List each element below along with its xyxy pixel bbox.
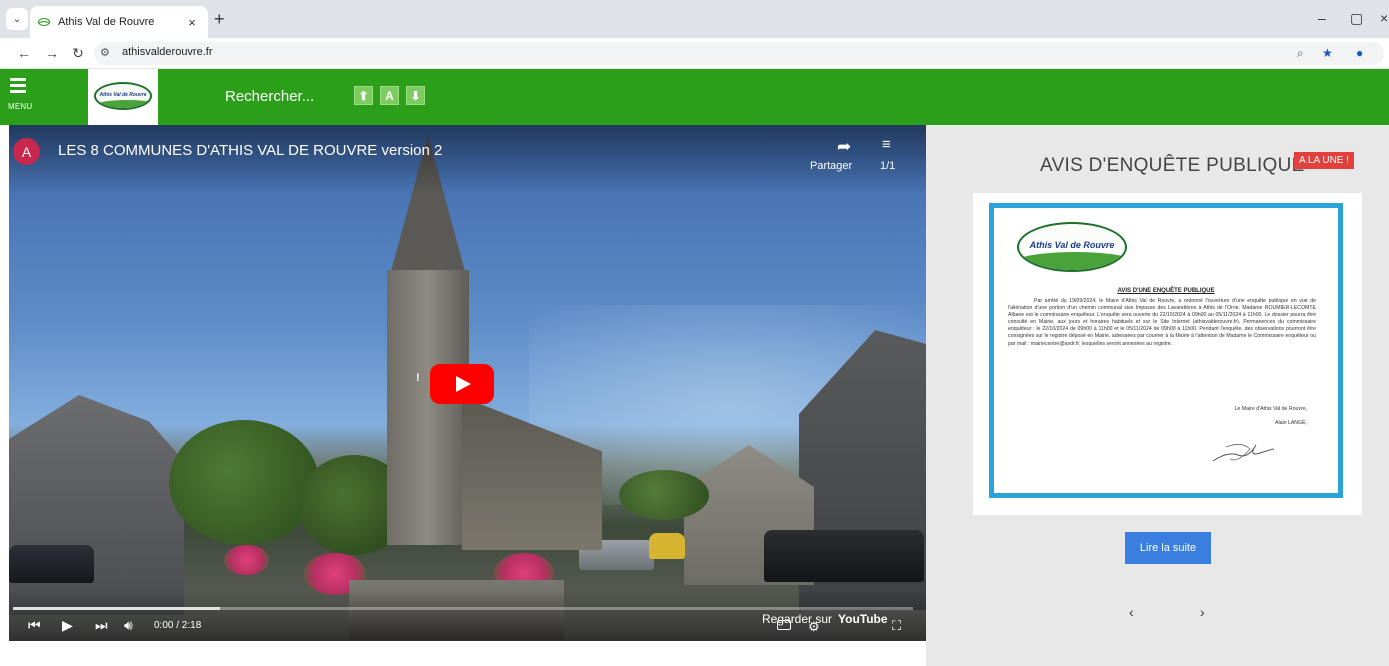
notice-body: Par arrêté du 19/09/2024, le Maire d'Ath… [1008,298,1316,347]
browser-toolbar: ← → ↻ ⚙ athisvalderouvre.fr ⌕ ★ ● [0,38,1389,69]
site-favicon-icon [38,18,50,26]
read-more-button[interactable]: Lire la suite [1125,532,1211,564]
menu-button[interactable]: MENU [8,78,38,114]
playlist-icon[interactable]: ≡ [882,136,891,153]
back-arrow-icon[interactable]: ← [16,45,32,61]
news-title: AVIS D'ENQUÊTE PUBLIQUE [1040,155,1305,176]
search-button[interactable]: Rechercher... [225,88,314,105]
logo-emblem: Athis Val de Rouvre [94,82,152,110]
tab-close-icon[interactable]: × [184,15,200,30]
menu-label: MENU [8,102,33,111]
car [649,533,685,559]
next-slide-icon[interactable]: › [1200,604,1205,620]
next-icon[interactable]: ⏭ [95,617,108,633]
hamburger-icon-bar [10,84,26,87]
handwritten-signature [1212,444,1275,462]
video-time: 0:00 / 2:18 [154,620,202,631]
text-size-increase-button[interactable]: ⬆ [354,86,373,105]
car [764,530,924,582]
tab-title: Athis Val de Rouvre [58,16,155,28]
tab-search-button[interactable]: ⌄ [6,8,28,30]
browser-tab[interactable]: Athis Val de Rouvre × [30,6,208,38]
video-title[interactable]: LES 8 COMMUNES D'ATHIS VAL DE ROUVRE ver… [58,142,442,159]
playlist-count: 1/1 [880,160,896,172]
address-bar[interactable] [94,42,1384,65]
notice-logo: Athis Val de Rouvre [1017,222,1127,272]
progress-fill [13,607,220,610]
share-icon[interactable]: ➦ [837,137,851,157]
tree [619,470,709,520]
previous-slide-icon[interactable]: ‹ [1129,604,1134,620]
play-icon[interactable]: ▶ [62,617,73,633]
maximize-icon[interactable]: ▢ [1350,10,1363,27]
tree [169,420,319,545]
logo-text: Athis Val de Rouvre [99,92,147,98]
share-label[interactable]: Partager [810,160,852,172]
volume-icon[interactable]: 🔊︎ [124,617,133,633]
headline-badge: A LA UNE ! [1294,152,1355,169]
new-tab-button[interactable]: + [214,9,225,29]
zoom-icon[interactable]: ⌕ [1297,46,1304,60]
settings-gear-icon[interactable]: ⚙ [808,619,820,635]
notice-logo-text: Athis Val de Rouvre [1029,240,1115,250]
site-info-icon[interactable]: ⚙ [100,46,110,59]
close-window-icon[interactable]: × [1380,10,1388,26]
car [9,545,94,583]
previous-icon[interactable]: ⏮ [28,617,41,633]
browser-tabbar: ⌄ Athis Val de Rouvre × + – ▢ × [0,0,1389,38]
notice-heading: AVIS D'UNE ENQUÊTE PUBLIQUE [1117,288,1215,294]
logo-swoosh [96,100,150,108]
text-size-decrease-button[interactable]: ⬇ [406,86,425,105]
site-header: MENU [0,69,1389,125]
info-icon[interactable]: ! [416,372,420,384]
fullscreen-icon[interactable]: ⛶ [892,618,901,634]
video-top-overlay [9,125,926,195]
watch-on-youtube-label[interactable]: Regarder sur [762,612,832,626]
profile-icon[interactable]: ● [1356,46,1363,60]
text-size-reset-button[interactable]: A [380,86,399,105]
church-tower [387,270,469,545]
site-logo[interactable]: Athis Val de Rouvre [88,69,158,125]
play-button[interactable] [430,364,494,404]
minimize-icon[interactable]: – [1318,10,1326,26]
flower-basket [224,545,269,575]
youtube-logo[interactable]: YouTube [838,612,888,626]
bookmark-star-icon[interactable]: ★ [1322,46,1333,60]
channel-avatar[interactable]: A [13,138,40,165]
notice-logo-swoosh [1019,252,1125,270]
hamburger-icon-bar [10,90,26,93]
notice-signatory-name: Alain LANGE, [1274,420,1307,426]
reload-icon[interactable]: ↻ [70,45,86,61]
hamburger-icon [10,78,26,81]
forward-arrow-icon[interactable]: → [44,45,60,61]
subtitles-icon[interactable] [777,620,791,630]
url-text[interactable]: athisvalderouvre.fr [122,46,213,58]
notice-signatory-title: Le Maire d'Athis Val de Rouvre, [1234,406,1307,412]
